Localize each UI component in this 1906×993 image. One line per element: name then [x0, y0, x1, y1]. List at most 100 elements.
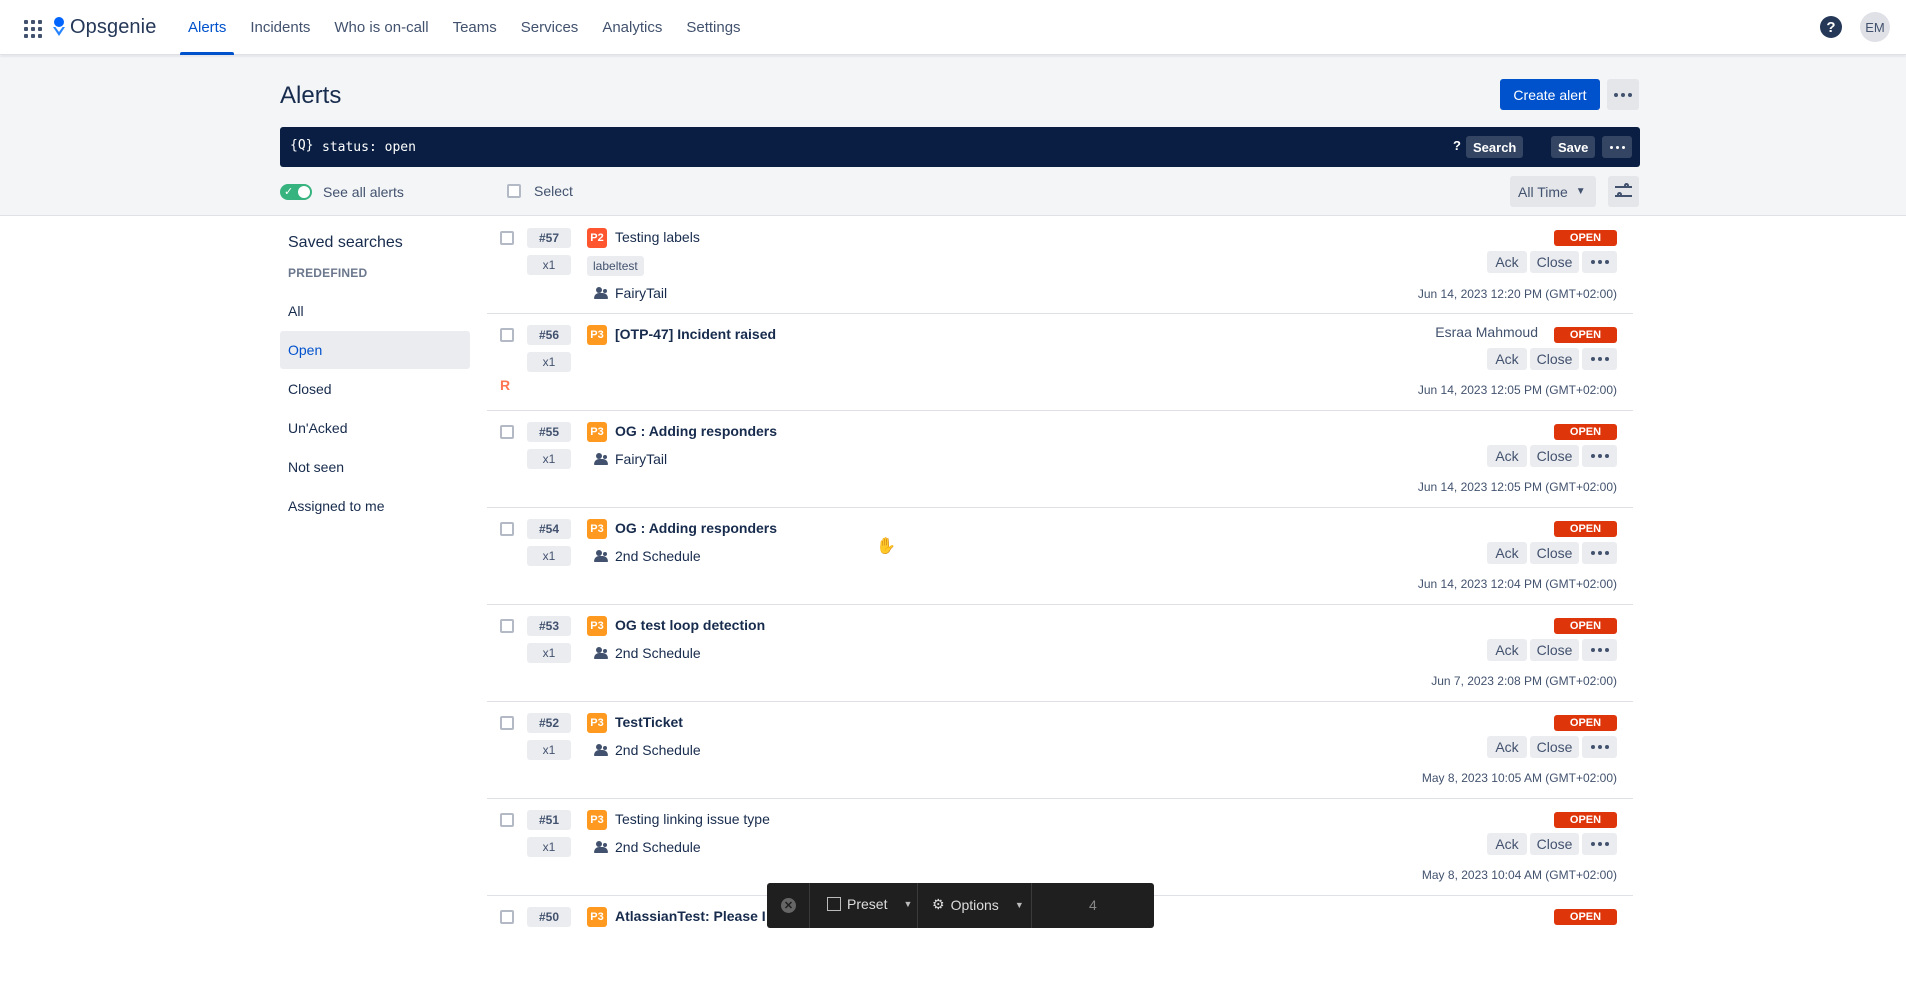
search-button[interactable]: Search — [1466, 136, 1524, 158]
alert-row[interactable]: #51 x1 P3 Testing linking issue type 2nd… — [487, 799, 1633, 896]
close-button[interactable]: Close — [1530, 348, 1579, 370]
alert-title[interactable]: OG test loop detection — [615, 617, 765, 633]
saved-search-closed[interactable]: Closed — [280, 370, 470, 408]
ack-button[interactable]: Ack — [1487, 736, 1527, 758]
alert-row[interactable]: #57 x1 P2 Testing labels labeltest Fairy… — [487, 217, 1633, 314]
status-badge: OPEN — [1554, 424, 1617, 440]
options-dropdown[interactable]: ⚙ Options ▼ — [932, 896, 1024, 913]
preset-dropdown[interactable]: Preset ▼ — [827, 896, 912, 912]
alert-checkbox[interactable] — [500, 231, 514, 245]
alert-tag[interactable]: labeltest — [587, 256, 644, 276]
close-button[interactable]: Close — [1530, 542, 1579, 564]
filter-settings-button[interactable] — [1608, 176, 1639, 207]
alert-id: #53 — [527, 616, 571, 636]
save-search-button[interactable]: Save — [1551, 136, 1596, 158]
ack-button[interactable]: Ack — [1487, 833, 1527, 855]
alert-checkbox[interactable] — [500, 716, 514, 730]
nav-incidents[interactable]: Incidents — [238, 0, 322, 55]
alert-id: #56 — [527, 325, 571, 345]
see-all-alerts-toggle[interactable]: ✓ — [280, 184, 312, 200]
status-badge: OPEN — [1554, 521, 1617, 537]
close-icon[interactable]: ✕ — [781, 898, 796, 913]
nav-settings[interactable]: Settings — [674, 0, 752, 55]
alert-more-button[interactable] — [1582, 251, 1617, 273]
alert-team: FairyTail — [593, 451, 667, 467]
alert-more-button[interactable] — [1582, 833, 1617, 855]
opsgenie-logo[interactable]: Opsgenie — [52, 14, 156, 40]
team-icon — [593, 841, 609, 853]
status-badge: OPEN — [1554, 618, 1617, 634]
more-icon — [1590, 551, 1609, 555]
more-icon — [1590, 842, 1609, 846]
alert-title[interactable]: OG : Adding responders — [615, 520, 777, 536]
alert-more-button[interactable] — [1582, 348, 1617, 370]
alert-row[interactable]: #52 x1 P3 TestTicket 2nd Schedule OPEN A… — [487, 702, 1633, 799]
alert-owner[interactable]: Esraa Mahmoud — [1435, 324, 1538, 340]
select-all-checkbox[interactable] — [507, 184, 521, 198]
alert-checkbox[interactable] — [500, 619, 514, 633]
nav-analytics[interactable]: Analytics — [590, 0, 674, 55]
ack-button[interactable]: Ack — [1487, 251, 1527, 273]
alert-more-button[interactable] — [1582, 445, 1617, 467]
alert-row[interactable]: #54 x1 P3 OG : Adding responders 2nd Sch… — [487, 508, 1633, 605]
close-button[interactable]: Close — [1530, 639, 1579, 661]
alert-checkbox[interactable] — [500, 425, 514, 439]
alert-title[interactable]: Testing linking issue type — [615, 811, 770, 827]
alert-checkbox[interactable] — [500, 328, 514, 342]
close-button[interactable]: Close — [1530, 251, 1579, 273]
alert-row[interactable]: #55 x1 P3 OG : Adding responders FairyTa… — [487, 411, 1633, 508]
alert-id: #57 — [527, 228, 571, 248]
alert-title[interactable]: OG : Adding responders — [615, 423, 777, 439]
ack-button[interactable]: Ack — [1487, 542, 1527, 564]
alert-title[interactable]: Testing labels — [615, 229, 700, 245]
team-name: FairyTail — [615, 285, 668, 301]
close-button[interactable]: Close — [1530, 833, 1579, 855]
alert-checkbox[interactable] — [500, 910, 514, 924]
status-badge: OPEN — [1554, 812, 1617, 828]
more-icon — [1590, 260, 1609, 264]
alert-more-button[interactable] — [1582, 542, 1617, 564]
time-filter-dropdown[interactable]: All Time ▼ — [1510, 176, 1596, 207]
app-name: Opsgenie — [70, 15, 157, 38]
alert-checkbox[interactable] — [500, 813, 514, 827]
options-label: Options — [950, 896, 999, 913]
priority-badge: P3 — [587, 810, 607, 830]
nav-alerts[interactable]: Alerts — [176, 0, 238, 55]
ack-button[interactable]: Ack — [1487, 445, 1527, 467]
ack-button[interactable]: Ack — [1487, 348, 1527, 370]
frame-icon — [827, 897, 841, 911]
nav-services[interactable]: Services — [509, 0, 591, 55]
check-icon: ✓ — [284, 186, 294, 198]
alert-row[interactable]: #53 x1 P3 OG test loop detection 2nd Sch… — [487, 605, 1633, 702]
page-more-button[interactable] — [1607, 79, 1639, 110]
create-alert-button[interactable]: Create alert — [1500, 79, 1600, 110]
alert-row[interactable]: #56 x1 P3 [OTP-47] Incident raised R Esr… — [487, 314, 1633, 411]
saved-search-open[interactable]: Open — [280, 331, 470, 369]
help-icon[interactable]: ? — [1820, 16, 1842, 38]
saved-search-assigned-to-me[interactable]: Assigned to me — [280, 487, 470, 525]
app-switcher-icon[interactable] — [22, 18, 42, 38]
alert-title[interactable]: TestTicket — [615, 714, 683, 730]
alert-checkbox[interactable] — [500, 522, 514, 536]
ack-button[interactable]: Ack — [1487, 639, 1527, 661]
team-icon — [593, 550, 609, 562]
search-input[interactable] — [322, 136, 1422, 158]
avatar[interactable]: EM — [1860, 12, 1890, 42]
saved-search-all[interactable]: All — [280, 292, 470, 330]
saved-search-unacked[interactable]: Un'Acked — [280, 409, 470, 447]
nav-who-is-on-call[interactable]: Who is on-call — [322, 0, 440, 55]
alert-more-button[interactable] — [1582, 639, 1617, 661]
saved-search-not-seen[interactable]: Not seen — [280, 448, 470, 486]
alert-id: #52 — [527, 713, 571, 733]
alert-more-button[interactable] — [1582, 736, 1617, 758]
alert-team: 2nd Schedule — [593, 548, 701, 564]
close-button[interactable]: Close — [1530, 736, 1579, 758]
close-button[interactable]: Close — [1530, 445, 1579, 467]
nav-teams[interactable]: Teams — [441, 0, 509, 55]
search-more-button[interactable] — [1602, 136, 1632, 158]
alert-title[interactable]: AtlassianTest: Please I — [615, 908, 766, 924]
more-icon — [1590, 357, 1609, 361]
alert-title[interactable]: [OTP-47] Incident raised — [615, 326, 776, 342]
status-badge: OPEN — [1554, 715, 1617, 731]
query-help-icon[interactable]: ? — [1453, 138, 1461, 153]
